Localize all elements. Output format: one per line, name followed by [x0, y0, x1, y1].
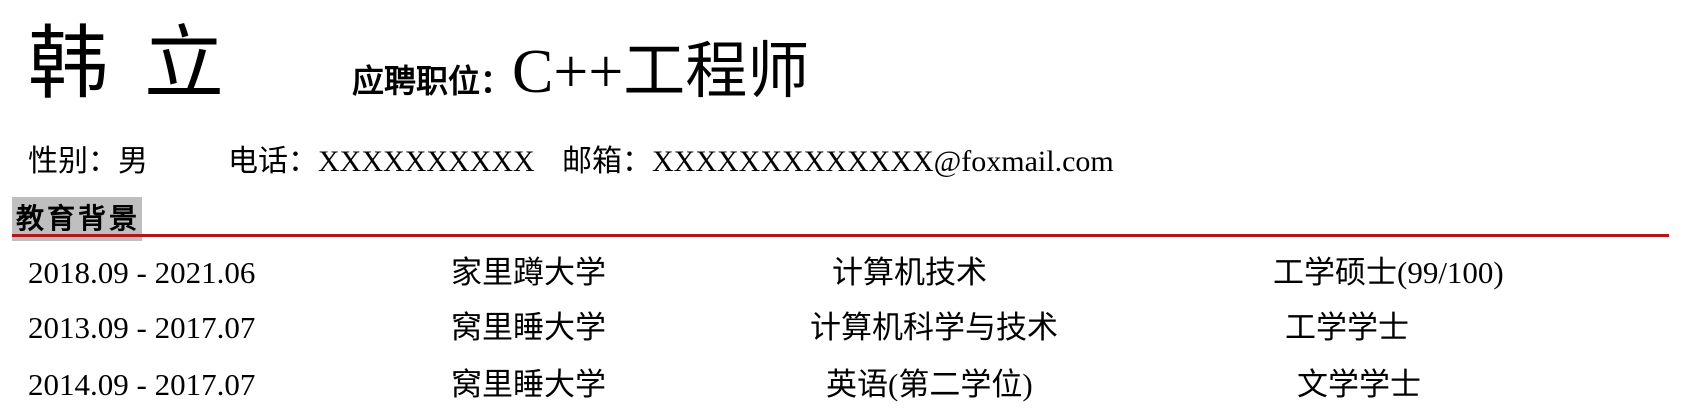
edu-dates: 2013.09 - 2017.07	[28, 310, 256, 345]
position-label: 应聘职位：	[352, 62, 513, 100]
gender-field: 性别：男	[28, 145, 148, 178]
section-divider	[12, 234, 1669, 237]
edu-school: 窝里睡大学	[451, 367, 606, 402]
job-position: 应聘职位： C++工程师	[352, 34, 809, 110]
edu-dates: 2018.09 - 2021.06	[28, 255, 256, 290]
edu-degree: 工学硕士(99/100)	[1273, 255, 1504, 290]
phone-field: 电话：XXXXXXXXXX	[228, 145, 535, 178]
edu-dates: 2014.09 - 2017.07	[28, 367, 256, 402]
education-row: 2013.09 - 2017.07 窝里睡大学 计算机科学与技术 工学学士	[0, 305, 1683, 351]
edu-major: 计算机技术	[832, 255, 987, 290]
edu-major: 计算机科学与技术	[810, 310, 1058, 345]
position-value: C++工程师	[512, 38, 810, 106]
email-field: 邮箱：XXXXXXXXXXXXX@foxmail.com	[562, 145, 1114, 178]
edu-school: 家里蹲大学	[451, 255, 606, 290]
edu-major: 英语(第二学位)	[826, 367, 1033, 402]
education-row: 2018.09 - 2021.06 家里蹲大学 计算机技术 工学硕士(99/10…	[0, 250, 1683, 296]
edu-degree: 文学学士	[1297, 367, 1421, 402]
education-row: 2014.09 - 2017.07 窝里睡大学 英语(第二学位) 文学学士	[0, 362, 1683, 408]
edu-degree: 工学学士	[1285, 310, 1409, 345]
candidate-name: 韩立	[28, 17, 260, 110]
edu-school: 窝里睡大学	[451, 310, 606, 345]
